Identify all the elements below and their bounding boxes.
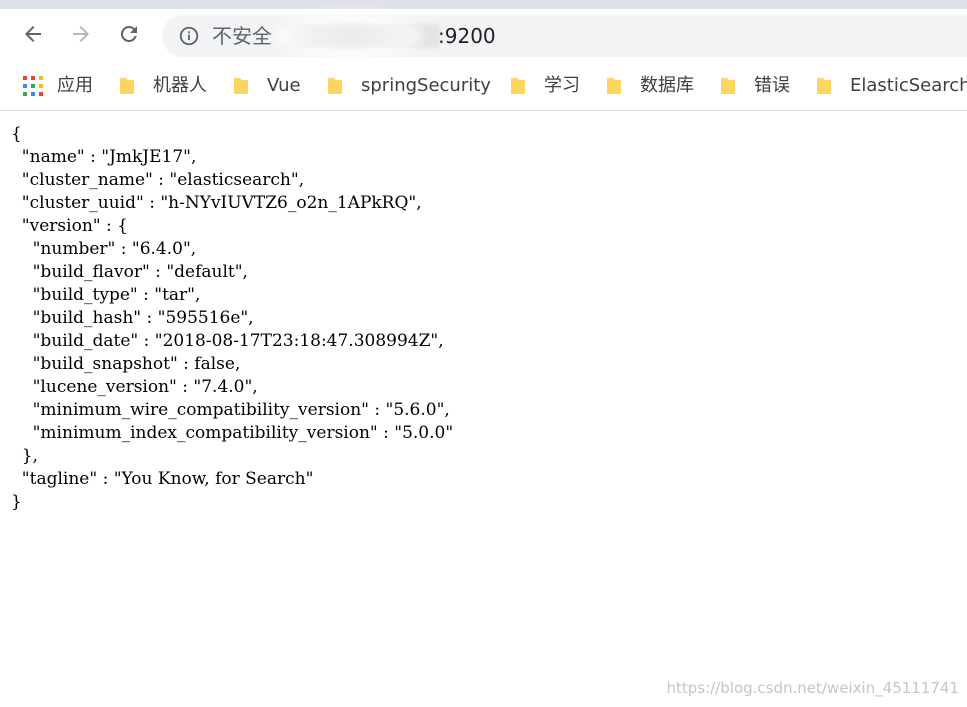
watermark: https://blog.csdn.net/weixin_45111741 bbox=[666, 679, 959, 697]
json-line: "build_hash" : "595516e", bbox=[11, 308, 254, 328]
bookmark-label: 错误 bbox=[754, 75, 790, 96]
json-line: "tagline" : "You Know, for Search" bbox=[11, 469, 314, 489]
folder-icon bbox=[607, 78, 621, 94]
bookmark-folder-robot[interactable]: 机器人 bbox=[119, 74, 207, 98]
bookmark-folder-database[interactable]: 数据库 bbox=[606, 74, 694, 98]
bookmark-label: ElasticSearch bbox=[850, 75, 967, 96]
bookmark-folder-elasticsearch[interactable]: ElasticSearch bbox=[816, 74, 967, 98]
arrow-forward-icon bbox=[73, 26, 89, 42]
browser-toolbar: 不安全 :9200 bbox=[0, 9, 967, 64]
json-response: { "name" : "JmkJE17", "cluster_name" : "… bbox=[11, 123, 453, 514]
bookmark-apps[interactable]: 应用 bbox=[23, 74, 93, 98]
json-line: }, bbox=[11, 446, 39, 466]
window-top-strip bbox=[0, 0, 967, 9]
bookmark-label: 应用 bbox=[57, 75, 93, 96]
folder-icon bbox=[721, 78, 735, 94]
json-line: "build_type" : "tar", bbox=[11, 285, 201, 305]
json-line: { bbox=[11, 124, 22, 144]
json-line: } bbox=[11, 492, 22, 512]
json-line: "minimum_index_compatibility_version" : … bbox=[11, 423, 454, 443]
json-line: "build_snapshot" : false, bbox=[11, 354, 241, 374]
json-line: "cluster_uuid" : "h-NYvIUVTZ6_o2n_1APkRQ… bbox=[11, 193, 422, 213]
json-line: "name" : "JmkJE17", bbox=[11, 147, 197, 167]
reload-button[interactable] bbox=[116, 21, 142, 47]
bookmarks-bar: 应用 机器人 Vue springSecurity 学习 数据库 错误 Elas… bbox=[0, 64, 967, 111]
arrow-back-icon bbox=[25, 26, 41, 42]
bookmark-folder-vue[interactable]: Vue bbox=[233, 74, 301, 98]
address-bar[interactable]: 不安全 :9200 bbox=[162, 11, 967, 61]
info-icon[interactable] bbox=[178, 25, 200, 47]
json-line: "lucene_version" : "7.4.0", bbox=[11, 377, 258, 397]
bookmark-label: 学习 bbox=[544, 75, 580, 96]
folder-icon bbox=[817, 78, 831, 94]
bookmark-folder-study[interactable]: 学习 bbox=[510, 74, 580, 98]
json-line: "minimum_wire_compatibility_version" : "… bbox=[11, 400, 450, 420]
reload-icon bbox=[120, 25, 137, 42]
bookmark-label: 机器人 bbox=[153, 75, 207, 96]
forward-button[interactable] bbox=[68, 21, 94, 47]
bookmark-label: 数据库 bbox=[640, 75, 694, 96]
bookmark-label: Vue bbox=[267, 75, 301, 96]
blur-overlay bbox=[274, 11, 424, 61]
folder-icon bbox=[234, 78, 248, 94]
folder-icon bbox=[511, 78, 525, 94]
json-line: "build_date" : "2018-08-17T23:18:47.3089… bbox=[11, 331, 444, 351]
bookmark-folder-errors[interactable]: 错误 bbox=[720, 74, 790, 98]
url-port: :9200 bbox=[438, 24, 496, 48]
json-line: "cluster_name" : "elasticsearch", bbox=[11, 170, 305, 190]
folder-icon bbox=[120, 78, 134, 94]
json-line: "build_flavor" : "default", bbox=[11, 262, 248, 282]
bookmark-folder-springsecurity[interactable]: springSecurity bbox=[327, 74, 491, 98]
json-line: "number" : "6.4.0", bbox=[11, 239, 197, 259]
bookmark-label: springSecurity bbox=[361, 75, 491, 96]
not-secure-label: 不安全 bbox=[212, 24, 272, 48]
back-button[interactable] bbox=[20, 21, 46, 47]
json-line: "version" : { bbox=[11, 216, 128, 236]
folder-icon bbox=[328, 78, 342, 94]
apps-grid-icon bbox=[23, 76, 43, 96]
